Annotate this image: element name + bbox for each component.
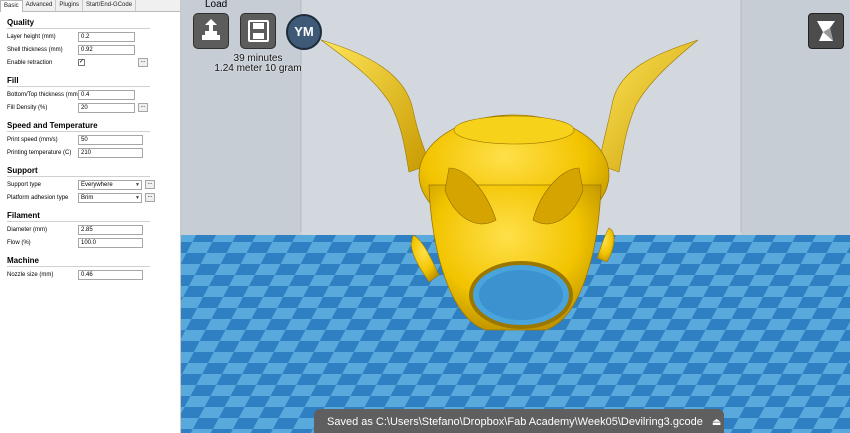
layer-height-field[interactable]: 0.2 (78, 32, 135, 42)
divider (7, 28, 150, 29)
print-usage: 1.24 meter 10 gram (214, 63, 302, 74)
section-fill-title: Fill (7, 76, 19, 85)
load-label: Load (205, 0, 228, 10)
fill-more-button[interactable]: ... (138, 103, 148, 112)
status-message: Saved as C:\Users\Stefano\Dropbox\Fab Ac… (327, 416, 703, 428)
row-enable-retraction: Enable retraction ✓ ... (0, 57, 180, 70)
print-speed-field[interactable]: 50 (78, 135, 143, 145)
row-nozzle-size: Nozzle size (mm) 0.46 (0, 269, 180, 282)
shell-thickness-label: Shell thickness (mm) (7, 47, 63, 53)
fill-density-field[interactable]: 20 (78, 103, 135, 113)
platform-adhesion-select[interactable]: Brim ▼ (78, 193, 142, 203)
row-support-type: Support type Everywhere ▼ ... (0, 179, 180, 192)
platform-adhesion-value: Brim (81, 195, 94, 201)
nozzle-size-label: Nozzle size (mm) (7, 272, 54, 278)
section-filament-title: Filament (7, 211, 40, 220)
divider (7, 131, 150, 132)
tab-basic[interactable]: Basic (0, 0, 23, 12)
support-type-select[interactable]: Everywhere ▼ (78, 180, 142, 190)
row-bottom-top: Bottom/Top thickness (mm) 0.4 (0, 89, 180, 102)
fill-density-label: Fill Density (%) (7, 105, 48, 111)
section-speed-title: Speed and Temperature (7, 121, 98, 130)
status-bar: Saved as C:\Users\Stefano\Dropbox\Fab Ac… (314, 409, 724, 433)
retraction-more-button[interactable]: ... (138, 58, 148, 67)
printing-temperature-label: Printing temperature (C) (7, 150, 72, 156)
layer-height-label: Layer height (mm) (7, 34, 56, 40)
bottom-top-label: Bottom/Top thickness (mm) (7, 92, 80, 98)
tab-advanced[interactable]: Advanced (23, 0, 57, 11)
view-mode-button[interactable] (808, 13, 844, 49)
section-quality-title: Quality (7, 18, 35, 27)
enable-retraction-checkbox[interactable]: ✓ (78, 59, 85, 66)
row-flow: Flow (%) 100.0 (0, 237, 180, 250)
diameter-field[interactable]: 2.85 (78, 225, 143, 235)
divider (7, 86, 150, 87)
eject-icon[interactable]: ⏏ (712, 411, 721, 433)
adhesion-more-button[interactable]: ... (145, 193, 155, 202)
save-icon (248, 20, 269, 42)
divider (7, 221, 150, 222)
account-button[interactable]: YM (286, 14, 322, 50)
bottom-top-field[interactable]: 0.4 (78, 90, 135, 100)
settings-panel: Basic Advanced Plugins Start/End-GCode Q… (0, 0, 181, 433)
divider (7, 266, 150, 267)
row-diameter: Diameter (mm) 2.85 (0, 224, 180, 237)
settings-tabs: Basic Advanced Plugins Start/End-GCode (0, 0, 180, 12)
chevron-down-icon: ▼ (135, 182, 140, 188)
divider (7, 176, 150, 177)
save-gcode-button[interactable] (240, 13, 276, 49)
row-printing-temperature: Printing temperature (C) 210 (0, 147, 180, 160)
row-layer-height: Layer height (mm) 0.2 (0, 31, 180, 44)
support-type-value: Everywhere (81, 182, 113, 188)
row-fill-density: Fill Density (%) 20 ... (0, 102, 180, 115)
support-more-button[interactable]: ... (145, 180, 155, 189)
nozzle-size-field[interactable]: 0.46 (78, 270, 143, 280)
flow-field[interactable]: 100.0 (78, 238, 143, 248)
diameter-label: Diameter (mm) (7, 227, 47, 233)
load-button[interactable] (193, 13, 229, 49)
section-support-title: Support (7, 166, 38, 175)
print-info: 39 minutes 1.24 meter 10 gram (205, 54, 311, 74)
support-type-label: Support type (7, 182, 42, 188)
enable-retraction-label: Enable retraction (7, 60, 53, 66)
shell-thickness-field[interactable]: 0.92 (78, 45, 135, 55)
printing-temperature-field[interactable]: 210 (78, 148, 143, 158)
load-icon (202, 19, 220, 40)
section-machine-title: Machine (7, 256, 40, 265)
tab-plugins[interactable]: Plugins (56, 0, 84, 11)
row-print-speed: Print speed (mm/s) 50 (0, 134, 180, 147)
flow-label: Flow (%) (7, 240, 31, 246)
row-shell-thickness: Shell thickness (mm) 0.92 (0, 44, 180, 57)
view-mode-icon (817, 21, 835, 41)
platform-adhesion-label: Platform adhesion type (7, 195, 69, 201)
tab-start-end-gcode[interactable]: Start/End-GCode (83, 0, 137, 11)
chevron-down-icon: ▼ (135, 195, 140, 201)
print-speed-label: Print speed (mm/s) (7, 137, 58, 143)
row-platform-adhesion: Platform adhesion type Brim ▼ ... (0, 192, 180, 205)
